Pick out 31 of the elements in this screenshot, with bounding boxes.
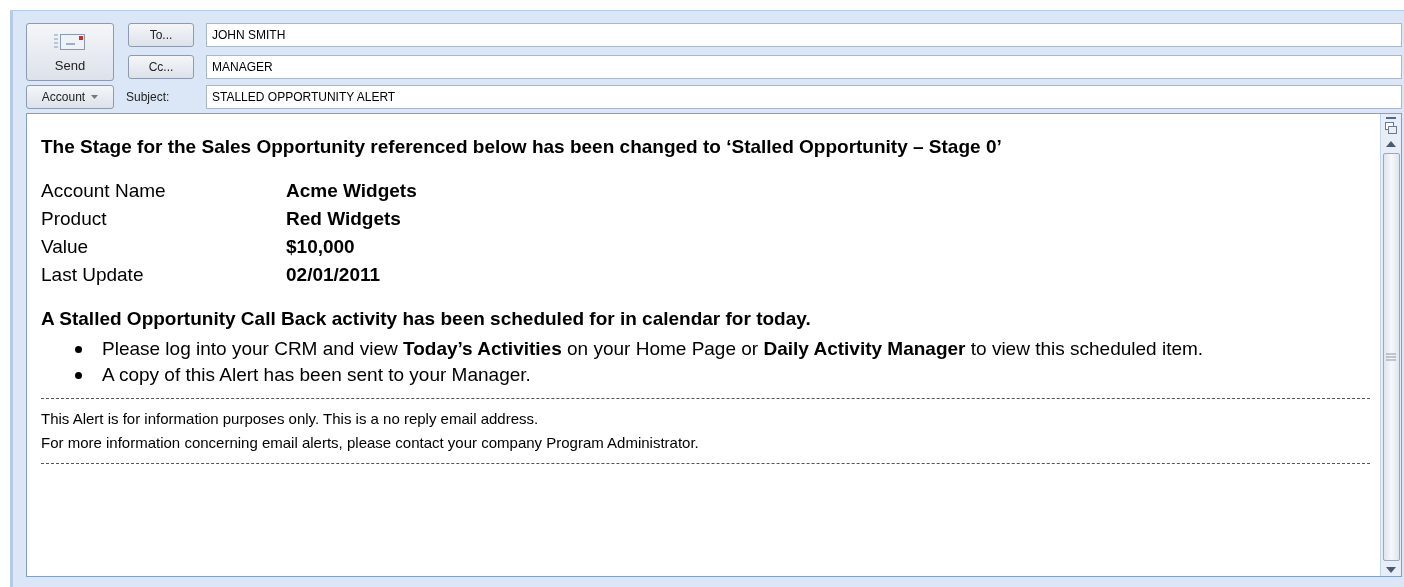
- activity-heading: A Stalled Opportunity Call Back activity has been scheduled for in calendar for today.: [41, 308, 812, 330]
- heading-text: The Stage for the Sales Opportunity referenced below has been changed to ‘Stalled Opportunity – Stage 0’: [41, 136, 1003, 158]
- window-icon: [1384, 117, 1398, 135]
- subject-field[interactable]: STALLED OPPORTUNITY ALERT: [206, 85, 1402, 109]
- account-button[interactable]: Account: [26, 85, 114, 109]
- bullet-text: Please log into your CRM and view Today’s Activities on your Home Page or Daily Activity Manager to view this scheduled item.: [102, 338, 1204, 360]
- bullet-icon: [75, 371, 82, 379]
- cc-button[interactable]: Cc...: [128, 55, 194, 79]
- subject-label: Subject:: [126, 90, 171, 104]
- detail-value: 02/01/2011: [286, 264, 382, 286]
- detail-value: $10,000: [286, 236, 356, 258]
- envelope-icon: [53, 31, 87, 52]
- detail-label: Account Name: [41, 180, 167, 202]
- send-button[interactable]: Send: [26, 23, 114, 81]
- to-button[interactable]: To...: [128, 23, 194, 47]
- cc-field[interactable]: MANAGER: [206, 55, 1402, 79]
- scroll-up-icon[interactable]: [1386, 141, 1396, 147]
- detail-label: Last Update: [41, 264, 145, 286]
- footer-text: For more information concerning email alerts, please contact your company Program Administrator.: [41, 433, 700, 453]
- bullet-icon: [75, 345, 82, 353]
- bullet-text: A copy of this Alert has been sent to your Manager.: [102, 364, 531, 386]
- detail-label: Value: [41, 236, 90, 258]
- scroll-down-icon[interactable]: [1386, 567, 1396, 573]
- footer-text: This Alert is for information purposes only. This is a no reply email address.: [41, 409, 540, 429]
- scrollbar[interactable]: [1380, 114, 1401, 576]
- detail-value: Red Widgets: [286, 208, 402, 230]
- to-field[interactable]: JOHN SMITH: [206, 23, 1402, 47]
- caret-icon: [91, 95, 99, 99]
- detail-label: Product: [41, 208, 108, 230]
- detail-value: Acme Widgets: [286, 180, 417, 202]
- scroll-thumb[interactable]: [1382, 153, 1400, 561]
